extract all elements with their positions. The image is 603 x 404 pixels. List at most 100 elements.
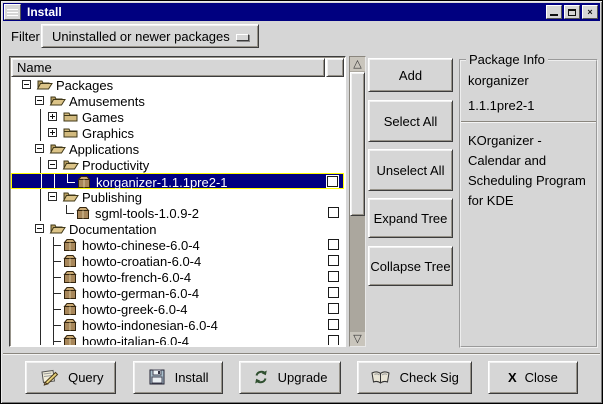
tree-connector-line [53,333,54,345]
folder-closed-icon [62,110,79,126]
tree-scrollbar[interactable]: △ ▽ [349,56,366,347]
tree-row[interactable]: Publishing [11,189,344,205]
tree-row-label: Productivity [82,158,149,173]
minimize-icon [550,14,558,16]
button-label: Select All [384,113,437,130]
tree-row-label: howto-italian-6.0-4 [82,334,189,345]
button-label: Check Sig [400,370,459,385]
tree-row[interactable]: howto-french-6.0-4 [11,269,344,285]
package-checkbox[interactable] [328,319,339,330]
tree-guide-line [40,253,41,269]
tree-row[interactable]: howto-german-6.0-4 [11,285,344,301]
query-button[interactable]: Query [25,361,116,394]
tree-row[interactable]: Graphics [11,125,344,141]
maximize-button[interactable] [564,5,580,19]
collapse-expander-icon[interactable] [48,160,57,169]
package-checkbox[interactable] [328,255,339,266]
tree-row-label: Publishing [82,190,142,205]
expand-expander-icon[interactable] [48,112,57,121]
collapse-expander-icon[interactable] [35,96,44,105]
scroll-down-icon[interactable]: ▽ [350,332,365,346]
package-checkbox[interactable] [327,176,338,187]
tree-row[interactable]: howto-croatian-6.0-4 [11,253,344,269]
tree-row[interactable]: Applications [11,141,344,157]
tree-row[interactable]: howto-chinese-6.0-4 [11,237,344,253]
select-all-button[interactable]: Select All [368,100,453,142]
collapse-tree-button[interactable]: Collapse Tree [368,246,453,286]
button-label: Close [525,370,558,385]
add-button[interactable]: Add [368,58,453,92]
tree-connector-line [67,182,75,183]
titlebar[interactable]: Install × [3,3,600,21]
tree-row-label: Games [82,110,124,125]
tree-row[interactable]: sgml-tools-1.0.9-2 [11,205,344,221]
x-icon: X [508,370,517,385]
package-info-divider [461,121,596,123]
close-button[interactable]: X Close [488,361,578,394]
collapse-expander-icon[interactable] [48,192,57,201]
collapse-expander-icon[interactable] [35,224,44,233]
package-checkbox[interactable] [328,335,339,345]
window-menu-button[interactable] [4,4,21,20]
tree-row[interactable]: Games [11,109,344,125]
tree-row[interactable]: howto-greek-6.0-4 [11,301,344,317]
collapse-expander-icon[interactable] [35,144,44,153]
tree-connector-line [66,213,74,214]
expand-tree-button[interactable]: Expand Tree [368,198,453,238]
note-pencil-icon [38,368,60,386]
dropdown-indicator-icon [236,34,249,41]
button-label: Expand Tree [374,210,448,227]
tree-row[interactable]: Documentation [11,221,344,237]
upgrade-button[interactable]: Upgrade [239,361,341,394]
tree-guide-line [40,301,41,317]
expand-expander-icon[interactable] [48,128,57,137]
tree-row-label: Amusements [69,94,145,109]
tree-connector-line [53,261,61,262]
tree-connector-line [53,293,61,294]
tree-connector-line [53,277,61,278]
maximize-icon [568,9,576,16]
tree-row[interactable]: howto-indonesian-6.0-4 [11,317,344,333]
tree-row[interactable]: korganizer-1.1.1pre2-1 [11,173,344,189]
tree-row[interactable]: Amusements [11,93,344,109]
minimize-button[interactable] [546,5,562,19]
package-checkbox[interactable] [328,303,339,314]
tree-row-label: Graphics [82,126,134,141]
package-info-panel: Package Info korganizer 1.1.1pre2-1 KOrg… [459,59,598,348]
collapse-expander-icon[interactable] [22,80,31,89]
scroll-up-icon[interactable]: △ [350,57,365,71]
tree-row-label: Documentation [69,222,156,237]
close-window-button[interactable]: × [582,5,598,19]
button-label: Unselect All [377,162,445,179]
tree-row-label: howto-chinese-6.0-4 [82,238,200,253]
tree-guide-line [41,174,42,188]
tree-guide-line [54,174,55,188]
filter-value: Uninstalled or newer packages [52,29,230,44]
tree-connector-line [53,341,61,342]
tree-header: Name [11,58,344,77]
package-checkbox[interactable] [328,287,339,298]
tree-guide-line [40,317,41,333]
install-button[interactable]: Install [133,361,223,394]
tree-row-label: sgml-tools-1.0.9-2 [95,206,199,221]
folder-open-icon [62,190,79,206]
floppy-icon [147,368,167,386]
tree-row[interactable]: Packages [11,77,344,93]
check-sig-button[interactable]: Check Sig [357,361,472,394]
package-checkbox[interactable] [328,239,339,250]
package-checkbox[interactable] [328,271,339,282]
tree-row-label: howto-german-6.0-4 [82,286,199,301]
folder-open-icon [49,222,66,238]
unselect-all-button[interactable]: Unselect All [368,149,453,191]
tree-row[interactable]: howto-italian-6.0-4 [11,333,344,345]
tree-guide-line [40,109,41,125]
filter-dropdown[interactable]: Uninstalled or newer packages [41,24,259,48]
scrollbar-thumb[interactable] [350,72,365,216]
tree-guide-line [40,205,41,221]
button-label: Collapse Tree [370,258,450,275]
tree-row[interactable]: Productivity [11,157,344,173]
tree-row-label: korganizer-1.1.1pre2-1 [96,175,228,190]
bottom-divider [3,353,600,355]
package-checkbox[interactable] [328,207,339,218]
column-header-name[interactable]: Name [11,58,325,77]
